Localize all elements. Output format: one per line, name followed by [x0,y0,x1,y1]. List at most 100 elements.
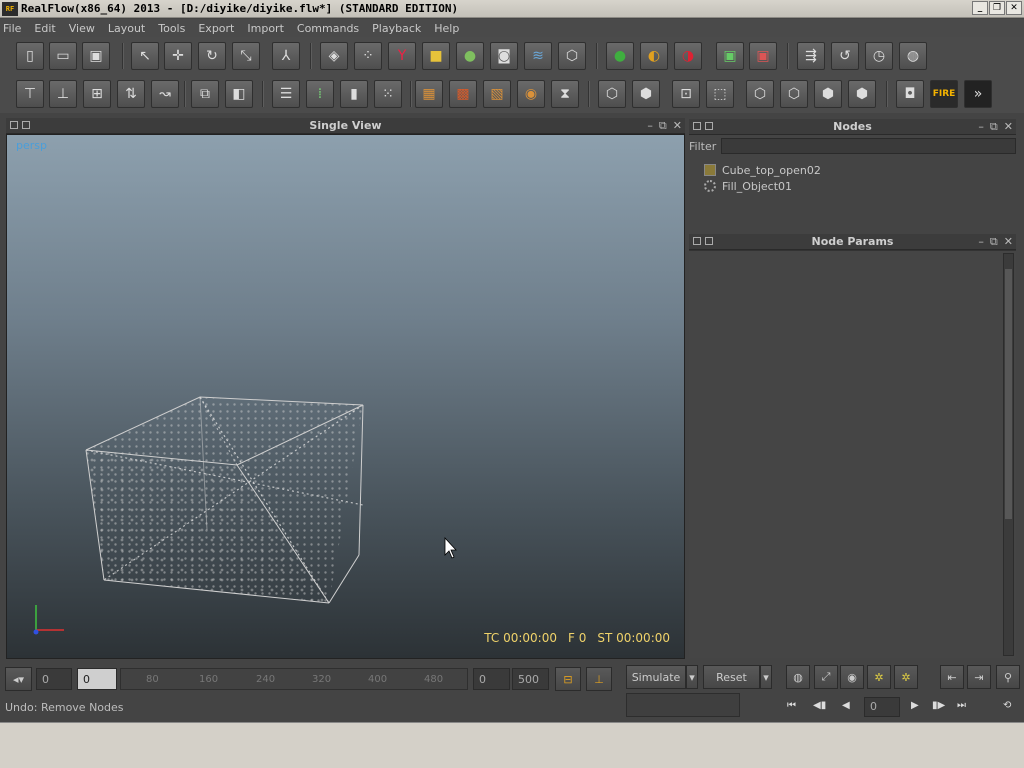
notes-icon[interactable]: ☰ [272,80,300,108]
align-center-icon[interactable]: ⊥ [49,80,77,108]
texture-3-icon[interactable]: ▧ [483,80,511,108]
close-button[interactable]: ✕ [1006,1,1022,15]
cube-outline-icon[interactable]: ⬡ [598,80,626,108]
wrench-icon[interactable]: ⚲ [996,665,1020,689]
key-clear-icon[interactable]: ⊥ [586,667,612,691]
link-tool-icon[interactable]: ⅄ [272,42,300,70]
nodes-grid-icon[interactable] [705,122,713,130]
hourglass-icon[interactable]: ⧗ [551,80,579,108]
scale-tool-icon[interactable]: ⤡ [232,42,260,70]
daemons-icon[interactable]: ◈ [320,42,348,70]
smooth-cube-icon[interactable]: ⬢ [814,80,842,108]
prev-key-icon[interactable]: ⇤ [940,665,964,689]
menu-layout[interactable]: Layout [108,22,145,35]
timeline-options-icon[interactable]: ◂▾ [5,667,32,691]
maximize-button[interactable]: ❐ [989,1,1005,15]
range-start-field[interactable]: 0 [473,668,510,690]
panel-minimize-icon[interactable]: – [647,119,653,133]
frame-dotted-icon[interactable]: ⬚ [706,80,734,108]
save-file-icon[interactable]: ▣ [82,42,110,70]
particles-icon[interactable]: ⁘ [354,42,382,70]
record-red-icon[interactable]: ◑ [674,42,702,70]
simulate-dropdown-icon[interactable]: ▾ [686,665,698,689]
params-scrollbar[interactable] [1003,253,1014,656]
params-float-icon[interactable]: ⧉ [990,235,998,249]
reset-button[interactable]: Reset [703,665,760,689]
go-start-icon[interactable]: ⏮ [787,700,796,711]
nodes-minimize-icon[interactable]: – [978,120,984,134]
sim-globe-icon[interactable]: ◍ [786,665,810,689]
tree-item-fill-object[interactable]: Fill_Object01 [695,178,821,194]
params-minimize-icon[interactable]: – [978,235,984,249]
params-grid-icon[interactable] [705,237,713,245]
select-tool-icon[interactable]: ↖ [131,42,159,70]
flip-icon[interactable]: ⇅ [117,80,145,108]
loop-icon[interactable]: ⟲ [1003,700,1011,711]
menu-export[interactable]: Export [198,22,234,35]
playback-frame-field[interactable]: 0 [864,697,900,717]
menu-edit[interactable]: Edit [34,22,55,35]
start-frame-field[interactable]: 0 [36,668,72,690]
new-file-icon[interactable]: ▯ [16,42,44,70]
menu-view[interactable]: View [69,22,95,35]
3d-viewport[interactable]: persp TC 00:00:00 F 0 ST 00:00:00 [6,134,685,659]
box-fill-icon[interactable]: ◧ [225,80,253,108]
key-set-icon[interactable]: ⊟ [555,667,581,691]
minimize-button[interactable]: _ [972,1,988,15]
filter-input[interactable] [721,138,1016,154]
panel-close-icon[interactable]: ✕ [673,119,682,133]
dots-grid-icon[interactable]: ⁙ [374,80,402,108]
batch-script-icon[interactable]: ⇶ [797,42,825,70]
panel-menu-icon[interactable] [10,121,18,129]
emitter-icon[interactable]: Y [388,42,416,70]
rigid-body-icon[interactable]: ⬡ [558,42,586,70]
globe-icon[interactable]: ◍ [899,42,927,70]
move-tool-icon[interactable]: ✛ [164,42,192,70]
textured-cube-icon[interactable]: ⬢ [848,80,876,108]
box-mesh-icon[interactable]: ⧉ [191,80,219,108]
timer-icon[interactable]: ◷ [865,42,893,70]
menu-playback[interactable]: Playback [372,22,421,35]
params-menu-icon[interactable] [693,237,701,245]
wave-icon[interactable]: ≋ [524,42,552,70]
scrollbar-thumb[interactable] [1005,269,1012,519]
panel-grid-icon[interactable] [22,121,30,129]
wire-cube-icon[interactable]: ⬡ [746,80,774,108]
align-top-icon[interactable]: ⊤ [16,80,44,108]
open-file-icon[interactable]: ▭ [49,42,77,70]
current-frame-field[interactable]: 0 [77,668,117,690]
texture-2-icon[interactable]: ▩ [449,80,477,108]
texture-1-icon[interactable]: ▦ [415,80,443,108]
sim-gear2-icon[interactable]: ✲ [894,665,918,689]
script-icon[interactable]: » [964,80,992,108]
sim-graph-icon[interactable]: ⤢ [814,665,838,689]
object-cube-icon[interactable]: ■ [422,42,450,70]
menu-help[interactable]: Help [434,22,459,35]
delete-cache-icon[interactable]: ▣ [749,42,777,70]
menu-file[interactable]: File [3,22,21,35]
sim-gear-icon[interactable]: ✲ [867,665,891,689]
camera-icon[interactable]: ◙ [490,42,518,70]
export-cache-icon[interactable]: ▣ [716,42,744,70]
nodes-float-icon[interactable]: ⧉ [990,120,998,134]
step-forward-icon[interactable]: ▮▶ [932,700,945,711]
play-back-icon[interactable]: ◀ [842,700,850,711]
nodes-menu-icon[interactable] [693,122,701,130]
timeline-ruler[interactable]: 80 160 240 320 400 480 [120,668,468,690]
texture-4-icon[interactable]: ◉ [517,80,545,108]
render-icon[interactable]: ◘ [896,80,924,108]
ruler-icon[interactable]: ▮ [340,80,368,108]
menu-commands[interactable]: Commands [297,22,359,35]
params-close-icon[interactable]: ✕ [1004,235,1013,249]
menu-import[interactable]: Import [247,22,284,35]
menu-tools[interactable]: Tools [158,22,185,35]
range-end-field[interactable]: 500 [512,668,549,690]
panel-float-icon[interactable]: ⧉ [659,119,667,133]
simulation-flow-icon[interactable]: ↺ [831,42,859,70]
simulate-button[interactable]: Simulate [626,665,686,689]
curve-icon[interactable]: ↝ [151,80,179,108]
rotate-tool-icon[interactable]: ↻ [198,42,226,70]
reset-dropdown-icon[interactable]: ▾ [760,665,772,689]
sim-eye-icon[interactable]: ◉ [840,665,864,689]
graph-icon[interactable]: ⁞ [306,80,334,108]
